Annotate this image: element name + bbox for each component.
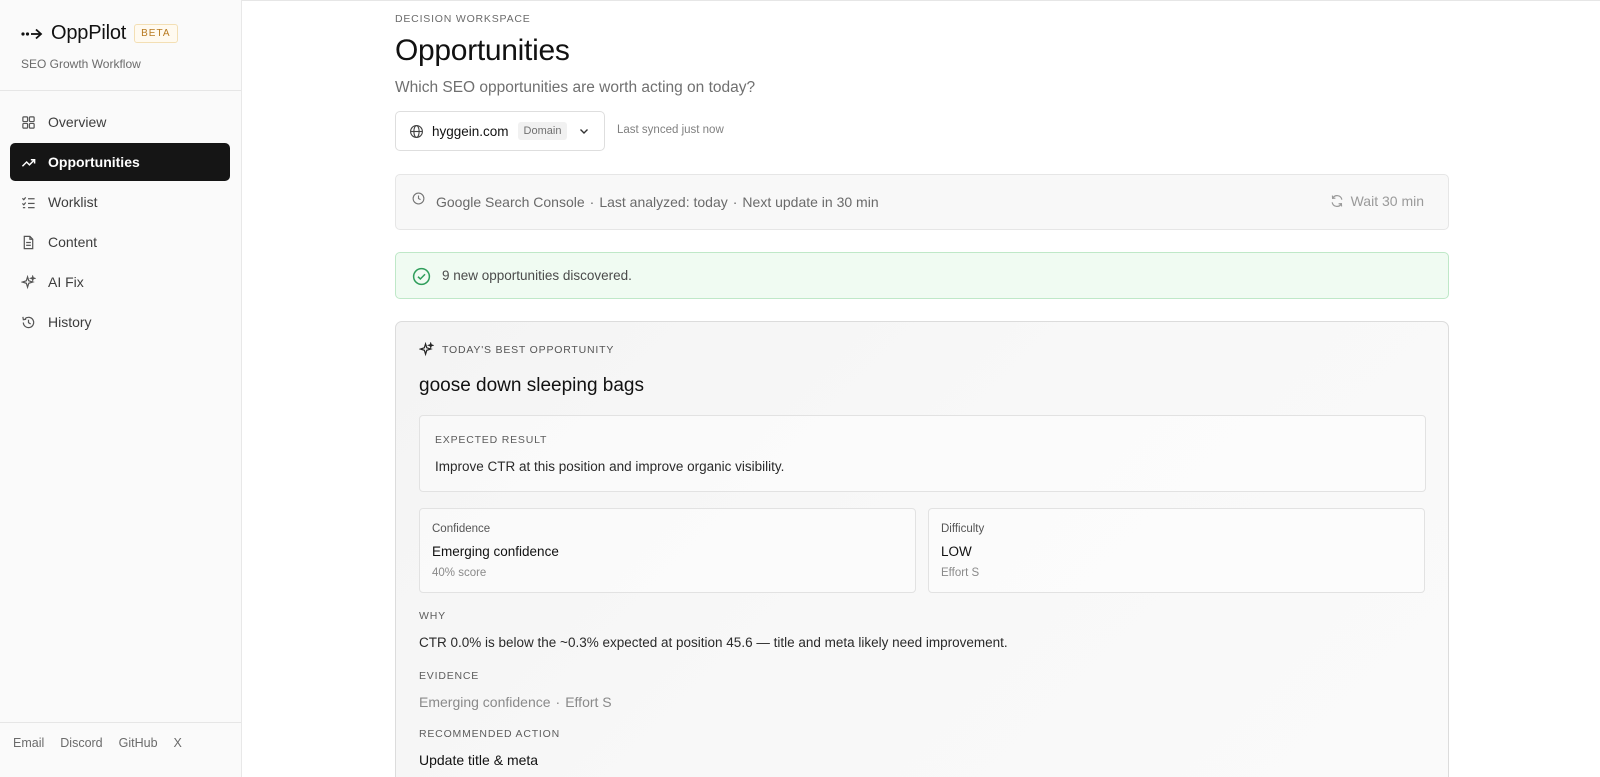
footer-link-discord[interactable]: Discord <box>60 736 102 750</box>
domain-name: hyggein.com <box>432 123 509 139</box>
page-subtitle: Which SEO opportunities are worth acting… <box>395 79 756 96</box>
trending-up-icon <box>21 158 36 167</box>
history-icon <box>22 316 35 328</box>
domain-selector[interactable]: hyggein.com Domain <box>395 111 605 151</box>
sync-status: Last synced just now <box>617 124 724 136</box>
logo-arrow-icon <box>21 28 43 39</box>
sidebar-item-ai-fix[interactable]: AI Fix <box>10 263 230 301</box>
footer-link-x[interactable]: X <box>174 736 182 750</box>
alert-text: 9 new opportunities discovered. <box>442 268 632 283</box>
expected-result-text: Improve CTR at this position and improve… <box>435 459 785 474</box>
why-text: CTR 0.0% is below the ~0.3% expected at … <box>419 635 1008 650</box>
opportunity-keyword: goose down sleeping bags <box>419 375 645 396</box>
sidebar-nav: Overview Opportunities Worklist Content <box>10 103 230 343</box>
sidebar-item-worklist[interactable]: Worklist <box>10 183 230 221</box>
analysis-status-bar: Google Search Console · Last analyzed: tod… <box>395 174 1449 230</box>
status-source: Google Search Console <box>436 194 585 210</box>
why-label: WHY <box>419 610 446 622</box>
sidebar-item-label: Worklist <box>48 194 98 210</box>
refresh-icon <box>1331 195 1343 207</box>
sidebar-item-label: AI Fix <box>48 274 84 290</box>
brand-tagline: SEO Growth Workflow <box>21 57 141 71</box>
footer-link-github[interactable]: GitHub <box>119 736 158 750</box>
brand-name: OppPilot <box>51 22 127 44</box>
page-eyebrow: DECISION WORKSPACE <box>395 13 531 25</box>
status-text: Google Search Console · Last analyzed: tod… <box>436 194 879 210</box>
evidence-item: Emerging confidence <box>419 694 551 710</box>
best-opportunity-card: TODAY'S BEST OPPORTUNITY goose down slee… <box>395 321 1449 777</box>
sidebar-item-opportunities[interactable]: Opportunities <box>10 143 230 181</box>
confidence-label: Confidence <box>432 523 491 535</box>
document-icon <box>23 235 34 249</box>
wait-button-label: Wait 30 min <box>1350 193 1424 209</box>
confidence-value: Emerging confidence <box>432 544 559 559</box>
difficulty-metric: Difficulty LOW Effort S <box>928 508 1425 593</box>
sparkles-icon <box>419 342 434 357</box>
clock-icon <box>412 192 425 205</box>
sparkles-icon <box>21 274 36 289</box>
evidence-item: Effort S <box>565 694 612 710</box>
recommended-action-label: RECOMMENDED ACTION <box>419 728 560 740</box>
footer-links: Email Discord GitHub X <box>13 736 198 750</box>
card-eyebrow: TODAY'S BEST OPPORTUNITY <box>419 342 614 357</box>
sidebar-item-overview[interactable]: Overview <box>10 103 230 141</box>
sidebar: OppPilot BETA SEO Growth Workflow Overvi… <box>0 0 242 777</box>
confidence-score: 40% score <box>432 567 487 579</box>
wait-button[interactable]: Wait 30 min <box>1330 193 1424 209</box>
confidence-metric: Confidence Emerging confidence 40% score <box>419 508 916 593</box>
grid-icon <box>22 115 35 129</box>
sidebar-divider <box>0 90 241 91</box>
card-eyebrow-label: TODAY'S BEST OPPORTUNITY <box>442 343 615 356</box>
sidebar-item-label: History <box>48 314 92 330</box>
status-next-update: Next update in 30 min <box>742 194 879 210</box>
brand[interactable]: OppPilot BETA <box>21 22 178 45</box>
sidebar-item-history[interactable]: History <box>10 303 230 341</box>
sidebar-item-label: Content <box>48 234 98 250</box>
checklist-icon <box>21 196 35 208</box>
chevron-down-icon <box>580 129 589 134</box>
evidence-text: Emerging confidence · Effort S <box>419 694 612 710</box>
globe-icon <box>410 124 423 138</box>
footer-link-email[interactable]: Email <box>13 736 44 750</box>
sidebar-item-label: Overview <box>48 114 107 130</box>
sidebar-item-content[interactable]: Content <box>10 223 230 261</box>
page-title: Opportunities <box>395 34 570 67</box>
footer-divider <box>0 722 241 723</box>
domain-tag: Domain <box>517 122 568 140</box>
evidence-label: EVIDENCE <box>419 670 480 682</box>
difficulty-effort: Effort S <box>941 567 980 579</box>
sidebar-item-label: Opportunities <box>48 154 140 170</box>
recommended-action-text[interactable]: Update title & meta <box>419 752 538 768</box>
difficulty-value: LOW <box>941 544 972 559</box>
success-alert: 9 new opportunities discovered. <box>395 252 1449 299</box>
beta-badge: BETA <box>134 24 178 43</box>
status-last-analyzed: Last analyzed: today <box>599 194 728 210</box>
check-circle-icon <box>412 267 431 286</box>
difficulty-label: Difficulty <box>941 523 985 535</box>
expected-result-label: EXPECTED RESULT <box>435 434 548 446</box>
expected-result-box: EXPECTED RESULT Improve CTR at this posi… <box>419 415 1426 492</box>
